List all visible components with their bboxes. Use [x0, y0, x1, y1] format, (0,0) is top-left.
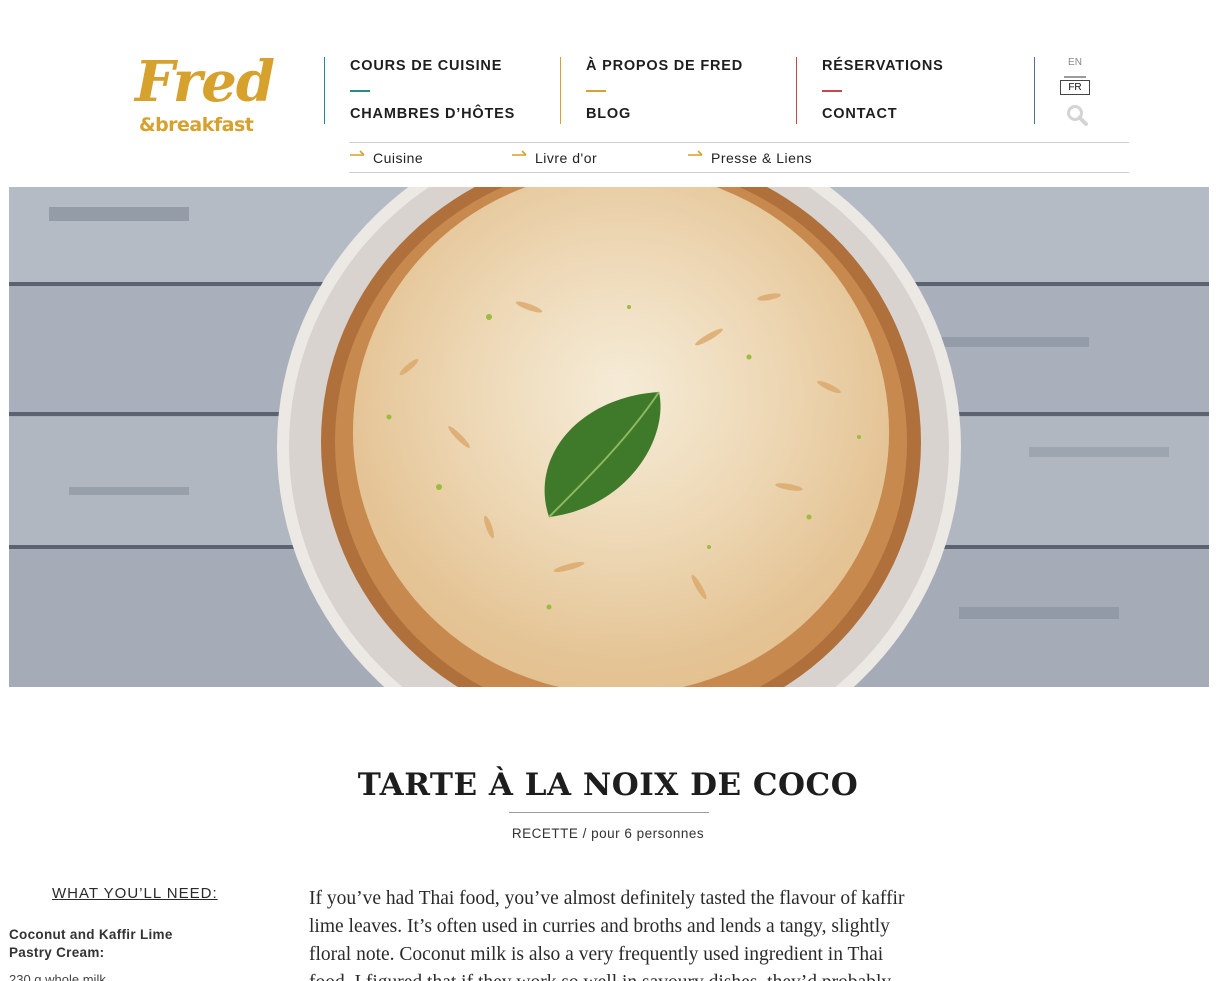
nav-contact[interactable]: CONTACT	[822, 106, 897, 122]
subnav-livre-dor[interactable]: Livre d'or	[535, 150, 597, 166]
subnav-presse-liens[interactable]: Presse & Liens	[711, 150, 812, 166]
title-divider	[509, 812, 709, 813]
nav-dash-teal	[350, 90, 370, 92]
logo-breakfast-text: &breakfast	[139, 114, 254, 136]
lang-fr-link[interactable]: FR	[1060, 80, 1090, 95]
nav-divider-gold	[560, 57, 561, 124]
nav-dash-red	[822, 90, 842, 92]
nav-divider-red	[796, 57, 797, 124]
nav-divider-teal	[324, 57, 325, 124]
subnav-cuisine[interactable]: Cuisine	[373, 150, 423, 166]
hero-image	[9, 187, 1209, 687]
nav-a-propos[interactable]: À PROPOS DE FRED	[586, 58, 743, 74]
logo-fred-text: Fred	[135, 49, 275, 115]
arrow-right-icon	[688, 150, 703, 156]
page-title: TARTE À LA NOIX DE COCO	[357, 767, 859, 803]
nav-reservations[interactable]: RÉSERVATIONS	[822, 58, 944, 74]
nav-divider-slate	[1034, 57, 1035, 124]
lang-en-link[interactable]: EN	[1060, 57, 1090, 68]
nav-chambres-dhotes[interactable]: CHAMBRES D’HÔTES	[350, 106, 515, 122]
nav-cours-de-cuisine[interactable]: COURS DE CUISINE	[350, 58, 502, 74]
ingredients-heading: WHAT YOU’LL NEED:	[52, 885, 218, 902]
article-body: If you’ve had Thai food, you’ve almost d…	[309, 888, 905, 981]
site-logo[interactable]: Fred &breakfast	[135, 52, 275, 152]
nav-dash-gold	[586, 90, 606, 92]
nav-blog[interactable]: BLOG	[586, 106, 631, 122]
ingredient-item: 230 g whole milk	[9, 972, 106, 981]
lang-separator	[1064, 76, 1086, 78]
recipe-subtitle: RECETTE / pour 6 personnes	[511, 826, 705, 841]
search-icon[interactable]	[1066, 104, 1090, 128]
arrow-right-icon	[350, 150, 365, 156]
ingredients-subheading: Coconut and Kaffir Lime Pastry Cream:	[9, 927, 173, 960]
arrow-right-icon	[512, 150, 527, 156]
